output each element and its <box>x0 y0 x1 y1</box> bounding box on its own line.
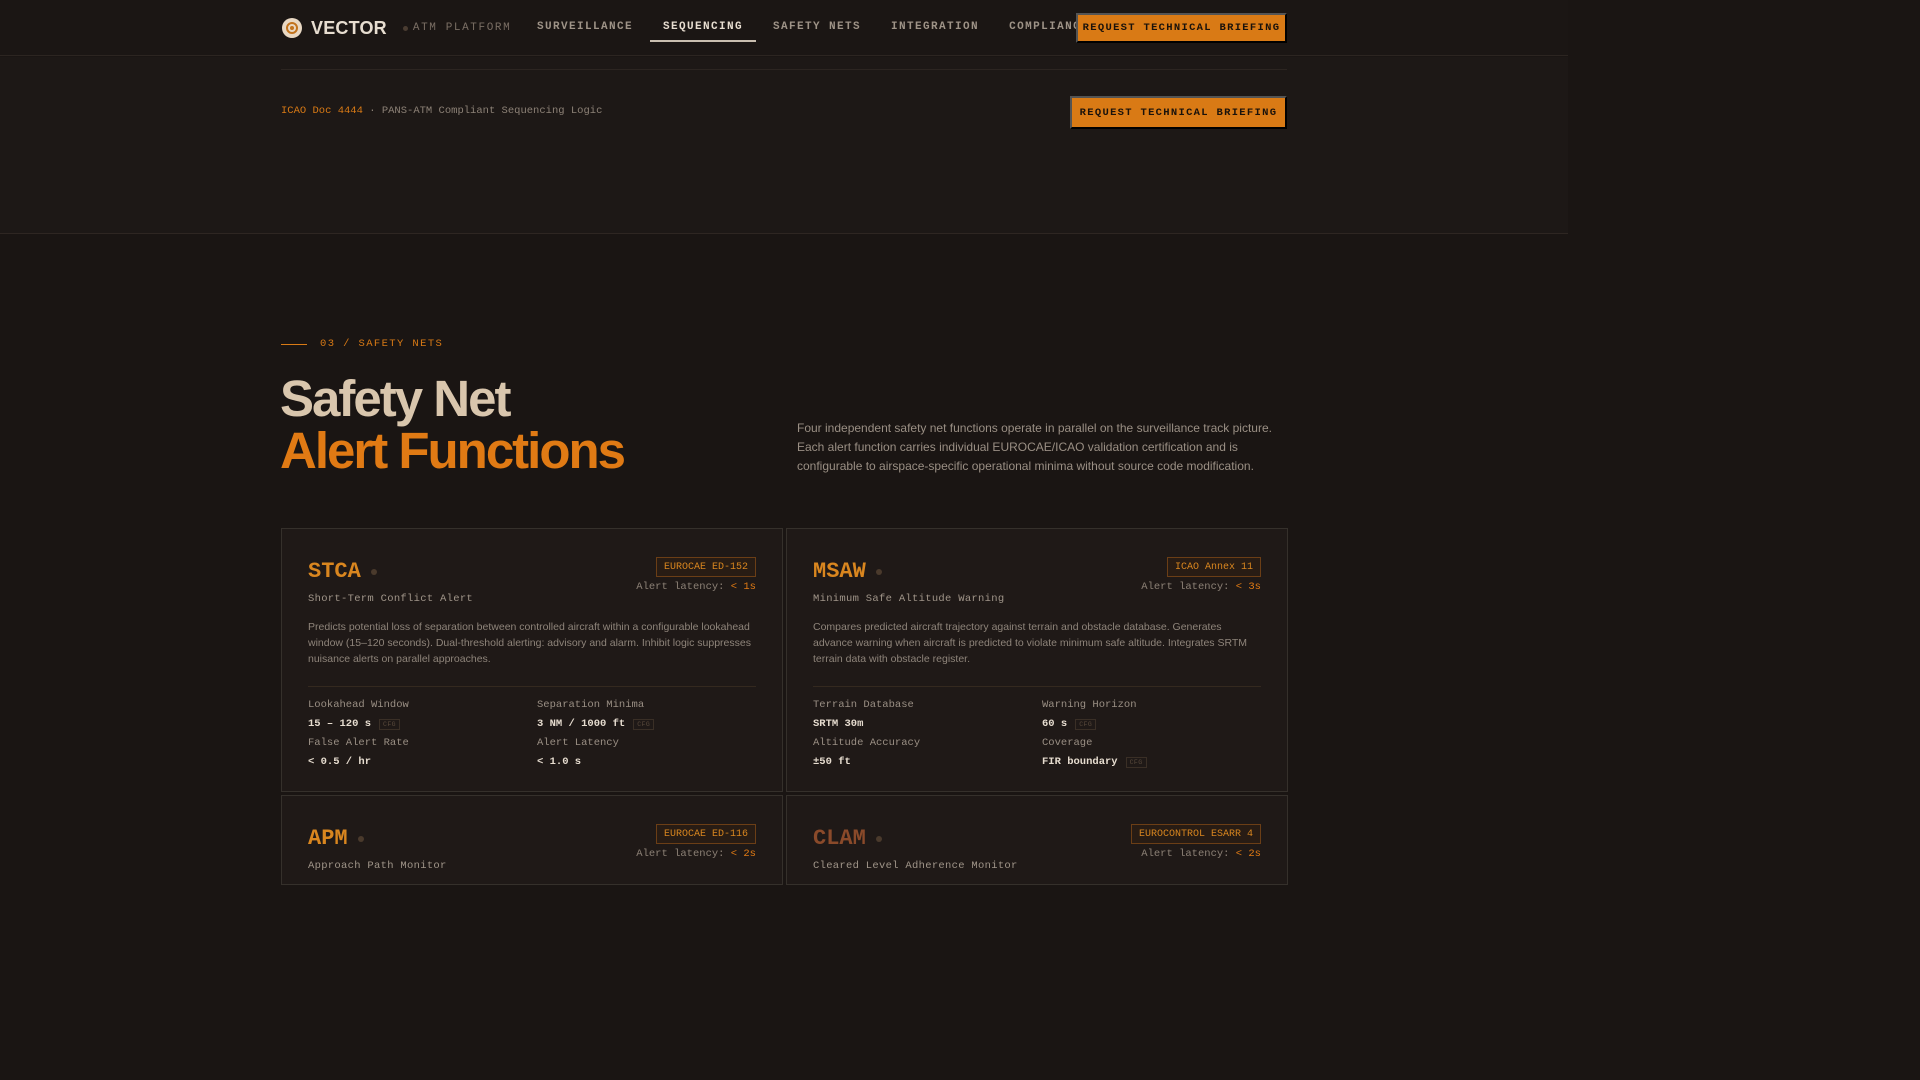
stat-value-row: 15 – 120 s CFG <box>308 718 400 730</box>
card-title-row: MSAW <box>813 559 882 584</box>
breadcrumb-doc-link[interactable]: ICAO Doc 4444 <box>281 105 363 117</box>
stat-value: 60 s <box>1042 718 1068 730</box>
card-title-row: STCA <box>308 559 377 584</box>
card-subtitle: Cleared Level Adherence Monitor <box>813 860 1018 872</box>
stat-label: Terrain Database <box>813 699 914 711</box>
certification-badge: EUROCAE ED-116 <box>655 824 756 844</box>
card-title: APM <box>308 826 348 851</box>
card-title: MSAW <box>813 559 866 584</box>
stat-label: Altitude Accuracy <box>813 737 921 749</box>
stat-terrain-database: Terrain Database SRTM 30m <box>813 699 914 731</box>
alert-latency: Alert latency: < 3s <box>1141 581 1261 593</box>
nav-link-integration[interactable]: INTEGRATION <box>878 0 992 56</box>
stat-value: FIR boundary <box>1042 756 1118 768</box>
stat-separation-minima: Separation Minima 3 NM / 1000 ft CFG <box>537 699 655 731</box>
section-label-text: 03 / SAFETY NETS <box>320 338 444 350</box>
brand-name: VECTOR <box>311 17 387 38</box>
status-dot-icon <box>875 568 882 575</box>
configurable-tag: CFG <box>1125 756 1147 768</box>
configurable-tag: CFG <box>633 718 655 730</box>
safety-net-card-apm: APM Approach Path Monitor EUROCAE ED-116… <box>281 795 783 885</box>
configurable-tag: CFG <box>1075 718 1097 730</box>
card-subtitle: Approach Path Monitor <box>308 860 447 872</box>
latency-label: Alert latency: <box>1141 848 1236 860</box>
stat-label: Warning Horizon <box>1042 699 1137 711</box>
stat-value: 15 – 120 s <box>308 718 372 730</box>
stat-value: < 0.5 / hr <box>308 756 372 768</box>
band-divider <box>281 69 1287 70</box>
configurable-tag: CFG <box>379 718 400 730</box>
stat-alert-latency: Alert Latency < 1.0 s <box>537 737 619 769</box>
stat-value: < 1.0 s <box>537 756 582 768</box>
nav-link-safety-nets[interactable]: SAFETY NETS <box>760 0 874 56</box>
card-subtitle: Short-Term Conflict Alert <box>308 593 474 605</box>
section-label-rule <box>281 343 307 345</box>
stat-label: Lookahead Window <box>308 699 409 711</box>
nav-link-sequencing[interactable]: SEQUENCING <box>650 0 757 56</box>
section-intro: Four independent safety net functions op… <box>797 421 1272 473</box>
stat-label: Alert Latency <box>537 737 619 749</box>
card-subtitle: Minimum Safe Altitude Warning <box>813 593 1005 605</box>
certification-badge: ICAO Annex 11 <box>1166 557 1261 577</box>
sequencing-band: ICAO Doc 4444 · PANS-ATM Compliant Seque… <box>0 57 1568 234</box>
card-description: Compares predicted aircraft trajectory a… <box>813 621 1248 665</box>
card-title: CLAM <box>813 826 866 851</box>
status-dot-icon <box>357 835 364 842</box>
stat-value: ±50 ft <box>813 756 851 768</box>
safety-net-card-clam: CLAM Cleared Level Adherence Monitor EUR… <box>786 795 1288 885</box>
stat-coverage: Coverage FIR boundary CFG <box>1042 737 1147 769</box>
latency-value: < 2s <box>730 848 756 860</box>
stat-value-row: FIR boundary CFG <box>1042 756 1147 768</box>
alert-latency: Alert latency: < 2s <box>636 848 756 860</box>
latency-value: < 1s <box>730 581 756 593</box>
certification-badge: EUROCONTROL ESARR 4 <box>1130 824 1261 844</box>
stat-altitude-accuracy: Altitude Accuracy ±50 ft <box>813 737 920 769</box>
alert-latency: Alert latency: < 2s <box>1141 848 1261 860</box>
breadcrumb-separator: · <box>362 105 382 117</box>
stat-false-alert-rate: False Alert Rate < 0.5 / hr <box>308 737 409 769</box>
platform-text: ATM PLATFORM <box>412 22 512 34</box>
stat-label: Separation Minima <box>537 699 645 711</box>
breadcrumb-text: PANS-ATM Compliant Sequencing Logic <box>381 105 603 117</box>
latency-value: < 3s <box>1235 581 1261 593</box>
status-dot-icon <box>370 568 377 575</box>
safety-net-card-stca: STCA Short-Term Conflict Alert EUROCAE E… <box>281 528 783 792</box>
brand[interactable]: VECTOR ATM PLATFORM <box>282 17 511 39</box>
card-divider <box>308 686 756 687</box>
page-title-line2: Alert Functions <box>280 422 626 479</box>
safety-net-card-msaw: MSAW Minimum Safe Altitude Warning ICAO … <box>786 528 1288 792</box>
stat-label: Coverage <box>1042 737 1093 749</box>
card-description: Predicts potential loss of separation be… <box>308 621 751 665</box>
card-title: STCA <box>308 559 361 584</box>
status-dot-icon <box>875 835 882 842</box>
alert-latency: Alert latency: < 1s <box>636 581 756 593</box>
latency-label: Alert latency: <box>636 848 731 860</box>
latency-value: < 2s <box>1235 848 1261 860</box>
page-title-line1: Safety Net <box>280 370 511 427</box>
stat-value: 3 NM / 1000 ft <box>537 718 626 730</box>
stat-value-row: 3 NM / 1000 ft CFG <box>537 718 655 730</box>
latency-label: Alert latency: <box>636 581 731 593</box>
card-divider <box>813 686 1261 687</box>
stat-label: False Alert Rate <box>308 737 409 749</box>
card-title-row: APM <box>308 826 364 851</box>
status-dot-icon <box>402 25 408 31</box>
nav-links: SURVEILLANCE SEQUENCING SAFETY NETS INTE… <box>524 0 1106 56</box>
platform-label: ATM PLATFORM <box>402 22 512 34</box>
stat-value: SRTM 30m <box>813 718 864 730</box>
nav-request-briefing-button[interactable]: REQUEST TECHNICAL BRIEFING <box>1076 13 1287 43</box>
section-label: 03 / SAFETY NETS <box>281 338 443 350</box>
latency-label: Alert latency: <box>1141 581 1236 593</box>
stat-value-row: 60 s CFG <box>1042 718 1097 730</box>
stat-warning-horizon: Warning Horizon 60 s CFG <box>1042 699 1137 731</box>
card-title-row: CLAM <box>813 826 882 851</box>
radar-logo-icon <box>282 18 302 38</box>
stat-lookahead-window: Lookahead Window 15 – 120 s CFG <box>308 699 409 731</box>
breadcrumb: ICAO Doc 4444 · PANS-ATM Compliant Seque… <box>281 105 602 117</box>
top-navigation: VECTOR ATM PLATFORM SURVEILLANCE SEQUENC… <box>0 0 1568 56</box>
band-request-briefing-button[interactable]: REQUEST TECHNICAL BRIEFING <box>1070 96 1287 129</box>
nav-link-surveillance[interactable]: SURVEILLANCE <box>524 0 646 56</box>
certification-badge: EUROCAE ED-152 <box>655 557 756 577</box>
